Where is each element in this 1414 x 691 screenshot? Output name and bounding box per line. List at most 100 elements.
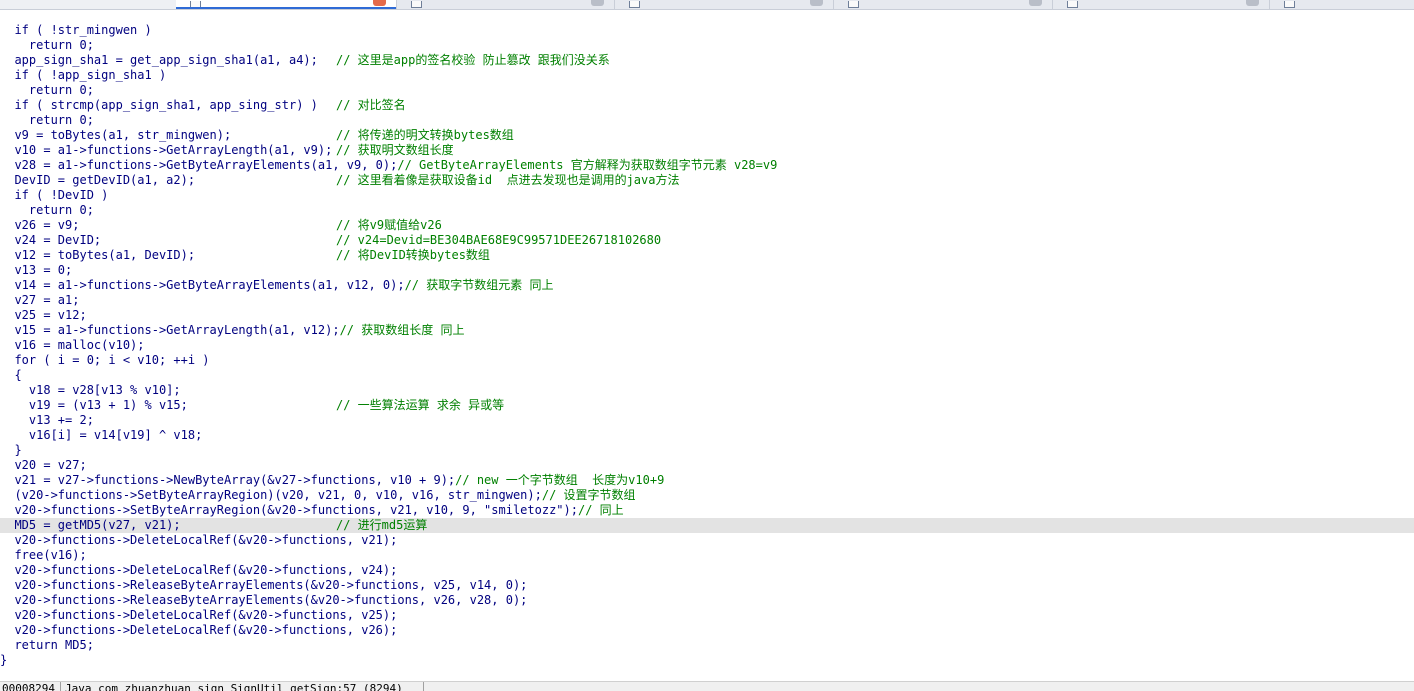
- tab-2[interactable]: [397, 0, 615, 9]
- code-line[interactable]: v18 = v28[v13 % v10];: [0, 383, 1414, 398]
- code-line[interactable]: return 0;: [0, 203, 1414, 218]
- code-text: v21 = v27->functions->NewByteArray(&v27-…: [0, 473, 456, 487]
- code-text: (v20->functions->SetByteArrayRegion)(v20…: [0, 488, 542, 502]
- code-line[interactable]: if ( !str_mingwen ): [0, 23, 1414, 38]
- tab-3[interactable]: [615, 0, 834, 9]
- code-line[interactable]: if ( strcmp(app_sign_sha1, app_sing_str)…: [0, 98, 1414, 113]
- code-line[interactable]: v15 = a1->functions->GetArrayLength(a1, …: [0, 323, 1414, 338]
- code-line[interactable]: return 0;: [0, 83, 1414, 98]
- code-text: {: [0, 368, 22, 382]
- tab-5[interactable]: [1053, 0, 1270, 9]
- document-icon: [1284, 1, 1295, 8]
- code-comment: // GetByteArrayElements 官方解释为获取数组字节元素 v2…: [397, 158, 778, 172]
- code-text: v20->functions->SetByteArrayRegion(&v20-…: [0, 503, 578, 517]
- code-comment: // 这里是app的签名校验 防止篡改 跟我们没关系: [336, 53, 610, 67]
- code-line[interactable]: v27 = a1;: [0, 293, 1414, 308]
- code-line[interactable]: v16[i] = v14[v19] ^ v18;: [0, 428, 1414, 443]
- close-tab-icon[interactable]: [1246, 0, 1259, 6]
- code-line[interactable]: if ( !app_sign_sha1 ): [0, 68, 1414, 83]
- code-line[interactable]: v28 = a1->functions->GetByteArrayElement…: [0, 158, 1414, 173]
- code-line[interactable]: return MD5;: [0, 638, 1414, 653]
- code-line[interactable]: free(v16);: [0, 548, 1414, 563]
- code-line[interactable]: v13 = 0;: [0, 263, 1414, 278]
- code-line[interactable]: v20->functions->DeleteLocalRef(&v20->fun…: [0, 623, 1414, 638]
- code-text: v26 = v9;: [0, 218, 80, 232]
- code-line[interactable]: v19 = (v13 + 1) % v15; // 一些算法运算 求余 异或等: [0, 398, 1414, 413]
- code-line[interactable]: }: [0, 653, 1414, 668]
- code-text: v20->functions->DeleteLocalRef(&v20->fun…: [0, 608, 398, 622]
- code-text: v12 = toBytes(a1, DevID);: [0, 248, 196, 262]
- code-line[interactable]: v12 = toBytes(a1, DevID); // 将DevID转换byte…: [0, 248, 1414, 263]
- close-tab-icon[interactable]: [810, 0, 823, 6]
- tab-6[interactable]: [1270, 0, 1414, 9]
- code-comment: // 进行md5运算: [336, 518, 428, 532]
- code-text: v28 = a1->functions->GetByteArrayElement…: [0, 158, 398, 172]
- document-icon: [1067, 1, 1078, 8]
- code-line[interactable]: v20->functions->ReleaseByteArrayElements…: [0, 593, 1414, 608]
- code-text: return 0;: [0, 38, 94, 52]
- code-text: app_sign_sha1 = get_app_sign_sha1(a1, a4…: [0, 53, 318, 67]
- tab-pseudocode[interactable]: [176, 0, 397, 9]
- code-line[interactable]: v9 = toBytes(a1, str_mingwen); // 将传递的明文转…: [0, 128, 1414, 143]
- code-line[interactable]: v16 = malloc(v10);: [0, 338, 1414, 353]
- code-line[interactable]: v21 = v27->functions->NewByteArray(&v27-…: [0, 473, 1414, 488]
- code-line[interactable]: v13 += 2;: [0, 413, 1414, 428]
- code-comment: // 将DevID转换bytes数组: [336, 248, 490, 262]
- code-line[interactable]: v26 = v9; // 将v9赋值给v26: [0, 218, 1414, 233]
- code-text: v19 = (v13 + 1) % v15;: [0, 398, 188, 412]
- code-comment: // v24=Devid=BE304BAE68E9C99571DEE267181…: [336, 233, 662, 247]
- code-line[interactable]: (v20->functions->SetByteArrayRegion)(v20…: [0, 488, 1414, 503]
- code-comment: // 将v9赋值给v26: [336, 218, 442, 232]
- close-tab-icon[interactable]: [1029, 0, 1042, 6]
- code-text: for ( i = 0; i < v10; ++i ): [0, 353, 210, 367]
- code-text: v18 = v28[v13 % v10];: [0, 383, 181, 397]
- code-line[interactable]: v20->functions->ReleaseByteArrayElements…: [0, 578, 1414, 593]
- code-text: v14 = a1->functions->GetByteArrayElement…: [0, 278, 405, 292]
- code-text: if ( !app_sign_sha1 ): [0, 68, 167, 82]
- pseudocode-view[interactable]: if ( !str_mingwen ) return 0; app_sign_s…: [0, 23, 1414, 668]
- code-line[interactable]: v20->functions->DeleteLocalRef(&v20->fun…: [0, 608, 1414, 623]
- code-line[interactable]: MD5 = getMD5(v27, v21); // 进行md5运算: [0, 518, 1414, 533]
- code-text: }: [0, 653, 8, 667]
- code-text: return 0;: [0, 83, 94, 97]
- close-tab-icon[interactable]: [591, 0, 604, 6]
- code-text: return 0;: [0, 203, 94, 217]
- code-line[interactable]: app_sign_sha1 = get_app_sign_sha1(a1, a4…: [0, 53, 1414, 68]
- code-line[interactable]: return 0;: [0, 113, 1414, 128]
- code-comment: // new 一个字节数组 长度为v10+9: [455, 473, 665, 487]
- code-text: MD5 = getMD5(v27, v21);: [0, 518, 181, 532]
- code-line[interactable]: {: [0, 368, 1414, 383]
- code-line[interactable]: v24 = DevID; // v24=Devid=BE304BAE68E9C99…: [0, 233, 1414, 248]
- code-line[interactable]: v20->functions->SetByteArrayRegion(&v20-…: [0, 503, 1414, 518]
- code-line[interactable]: v20->functions->DeleteLocalRef(&v20->fun…: [0, 563, 1414, 578]
- code-line[interactable]: v20->functions->DeleteLocalRef(&v20->fun…: [0, 533, 1414, 548]
- code-text: if ( !DevID ): [0, 188, 109, 202]
- code-text: v20->functions->DeleteLocalRef(&v20->fun…: [0, 623, 398, 637]
- code-comment: // 这里看着像是获取设备id 点进去发现也是调用的java方法: [336, 173, 680, 187]
- code-comment: // 获取数组长度 同上: [339, 323, 465, 337]
- document-icon: [411, 1, 422, 8]
- code-line[interactable]: v14 = a1->functions->GetByteArrayElement…: [0, 278, 1414, 293]
- code-text: if ( strcmp(app_sign_sha1, app_sing_str)…: [0, 98, 318, 112]
- document-icon: [629, 1, 640, 8]
- code-line[interactable]: }: [0, 443, 1414, 458]
- code-text: }: [0, 443, 22, 457]
- code-comment: // 将传递的明文转换bytes数组: [336, 128, 514, 142]
- code-line[interactable]: DevID = getDevID(a1, a2); // 这里看着像是获取设备id…: [0, 173, 1414, 188]
- tab-4[interactable]: [834, 0, 1053, 9]
- code-text: v20->functions->DeleteLocalRef(&v20->fun…: [0, 563, 398, 577]
- code-line[interactable]: v20 = v27;: [0, 458, 1414, 473]
- close-tab-icon[interactable]: [373, 0, 386, 6]
- code-comment: // 获取字节数组元素 同上: [404, 278, 554, 292]
- code-line[interactable]: for ( i = 0; i < v10; ++i ): [0, 353, 1414, 368]
- code-comment: // 设置字节数组: [541, 488, 636, 502]
- code-text: v20->functions->ReleaseByteArrayElements…: [0, 593, 528, 607]
- code-text: v16[i] = v14[v19] ^ v18;: [0, 428, 203, 442]
- code-line[interactable]: if ( !DevID ): [0, 188, 1414, 203]
- code-text: if ( !str_mingwen ): [0, 23, 152, 37]
- code-line[interactable]: v25 = v12;: [0, 308, 1414, 323]
- code-text: v16 = malloc(v10);: [0, 338, 145, 352]
- code-line[interactable]: return 0;: [0, 38, 1414, 53]
- code-text: DevID = getDevID(a1, a2);: [0, 173, 196, 187]
- code-line[interactable]: v10 = a1->functions->GetArrayLength(a1, …: [0, 143, 1414, 158]
